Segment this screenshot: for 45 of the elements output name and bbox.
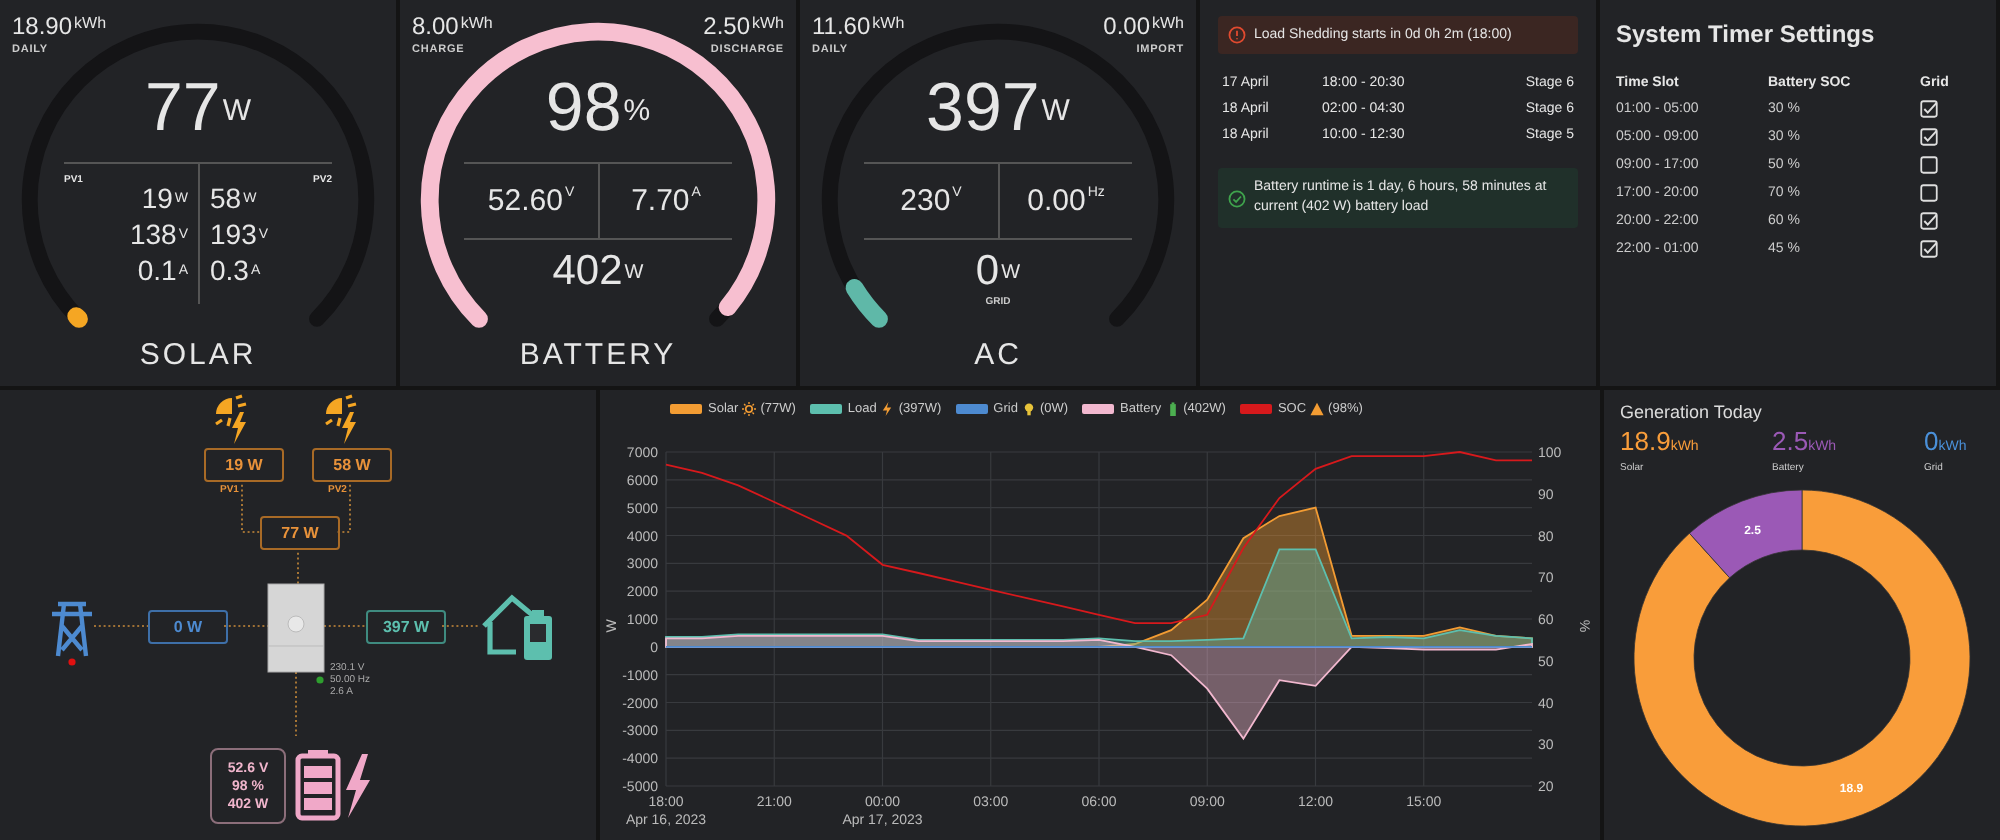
checkbox[interactable] — [1920, 100, 1938, 118]
gauge-title: BATTERY — [519, 338, 677, 372]
warning-icon — [1310, 401, 1325, 415]
status-dot — [316, 676, 324, 684]
check-circle-icon — [1228, 190, 1246, 208]
house-battery-icon — [481, 594, 552, 660]
sun-icon — [742, 401, 757, 415]
status-dot — [68, 658, 76, 666]
checkbox[interactable] — [1920, 184, 1938, 202]
string-reading: 0.3$^{A}$ — [210, 252, 261, 288]
energy-reading: 11.60$^{kWh}$ — [812, 12, 905, 40]
cell-reading: 230$^{V}$ — [900, 184, 962, 218]
gauge-title: AC — [974, 338, 1022, 372]
panel-title: System Timer Settings — [1616, 20, 1877, 48]
sun-bolt-icon — [214, 394, 248, 444]
panel-title: Generation Today — [1620, 402, 1764, 422]
power-box: 397 W — [366, 610, 446, 644]
cell-reading: 0.00$^{Hz}$ — [1027, 184, 1105, 218]
energy-reading: 0.00$^{kWh}$ — [1103, 12, 1184, 40]
power-box: 77 W — [260, 516, 340, 550]
power-box: 0 W — [148, 610, 228, 644]
gauge-title: SOLAR — [139, 338, 257, 372]
power-box: 19 W — [204, 448, 284, 482]
power-reading: 0$^{W}$ — [975, 248, 1021, 296]
bolt-icon — [880, 401, 895, 415]
string-reading: 0.1$^{A}$ — [137, 252, 188, 288]
string-reading: 193$^{V}$ — [210, 216, 269, 252]
string-reading: 58$^{W}$ — [210, 180, 257, 216]
power-tower-icon — [49, 601, 95, 659]
checkbox[interactable] — [1920, 240, 1938, 258]
power-box: 58 W — [312, 448, 392, 482]
bolt-icon — [346, 754, 370, 818]
string-reading: 19$^{W}$ — [141, 180, 188, 216]
main-reading: 397$^{W}$ — [926, 68, 1070, 148]
energy-reading: 18.90$^{kWh}$ — [12, 12, 107, 40]
checkbox[interactable] — [1920, 128, 1938, 146]
checkbox[interactable] — [1920, 212, 1938, 230]
checkbox[interactable] — [1920, 156, 1938, 174]
warning-icon — [1228, 26, 1246, 44]
bulb-icon — [1021, 401, 1036, 415]
main-reading: 77$^{W}$ — [145, 68, 251, 148]
sun-bolt-icon — [324, 394, 358, 444]
inverter-drawing — [267, 583, 325, 673]
string-reading: 138$^{V}$ — [129, 216, 188, 252]
battery-icon — [295, 750, 341, 821]
